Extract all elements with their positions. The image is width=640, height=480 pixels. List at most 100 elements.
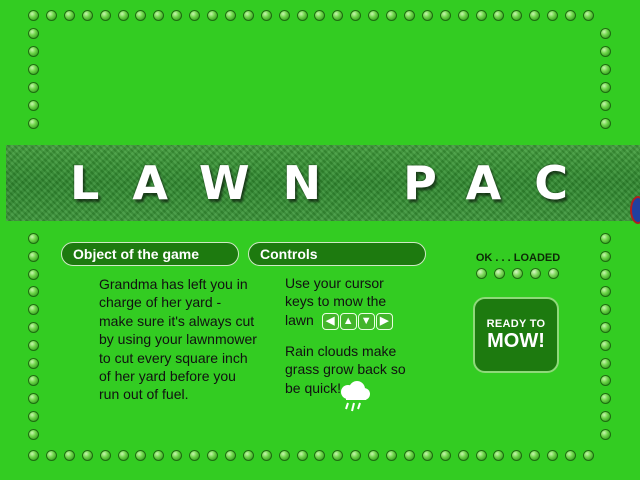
rain-cloud-icon xyxy=(341,381,370,412)
border-dot-icon xyxy=(439,450,451,461)
border-dot-icon xyxy=(296,450,308,461)
border-dot-icon xyxy=(350,450,362,461)
border-dot-icon xyxy=(117,450,129,461)
border-dot-icon xyxy=(45,450,57,461)
edge-ornament xyxy=(630,196,640,224)
loader-dot-icon xyxy=(476,268,487,279)
border-dot-icon xyxy=(189,450,201,461)
border-dot-icon xyxy=(63,450,75,461)
border-dot-icon xyxy=(153,10,165,21)
border-dot-icon xyxy=(28,304,39,316)
border-dot-icon xyxy=(242,450,254,461)
border-dot-icon xyxy=(582,10,594,21)
border-dot-icon xyxy=(28,450,39,461)
border-dot-icon xyxy=(28,393,39,405)
border-dot-icon xyxy=(207,450,218,461)
border-dot-icon xyxy=(403,10,415,21)
border-dot-icon xyxy=(171,10,183,21)
border-dot-icon xyxy=(28,28,39,39)
border-dot-icon xyxy=(45,10,57,21)
border-dot-icon xyxy=(332,450,344,461)
border-dot-icon xyxy=(457,450,469,461)
border-dot-icon xyxy=(28,10,39,21)
border-dot-icon xyxy=(582,450,594,461)
border-dot-icon xyxy=(332,10,344,21)
border-dot-icon xyxy=(439,10,451,21)
ready-button-line-1: READY TO xyxy=(486,318,546,330)
border-dot-icon xyxy=(600,322,611,333)
loader-dot-icon xyxy=(512,268,523,279)
border-dot-icon xyxy=(386,450,397,461)
border-dot-icon xyxy=(28,118,39,129)
border-dot-icon xyxy=(296,10,308,21)
border-dot-icon xyxy=(600,411,611,422)
border-dot-icon xyxy=(314,450,326,461)
border-dot-icon xyxy=(600,233,611,244)
arrow-right-icon: ▶ xyxy=(375,312,393,330)
border-dot-icon xyxy=(28,100,39,111)
border-dot-icon xyxy=(386,10,397,21)
border-dot-icon xyxy=(600,250,611,262)
border-dot-icon xyxy=(314,10,326,21)
border-dot-icon xyxy=(28,322,39,333)
border-dot-icon xyxy=(189,10,201,21)
arrow-left-icon: ◀ xyxy=(321,312,339,330)
border-dot-icon xyxy=(368,10,380,21)
loading-status: OK . . . LOADED xyxy=(475,252,561,264)
border-dot-icon xyxy=(600,64,611,75)
loader-dot-icon xyxy=(530,268,541,279)
border-dot-icon xyxy=(135,10,147,21)
border-dot-icon xyxy=(63,10,75,21)
border-dot-icon xyxy=(511,450,523,461)
border-dot-icon xyxy=(600,286,611,298)
controls-text-1: Use your cursor keys to mow the lawn ◀ ▲… xyxy=(285,274,413,330)
border-dot-icon xyxy=(28,411,39,422)
border-dot-icon xyxy=(28,250,39,262)
ready-button-line-2: MOW! xyxy=(487,330,545,352)
border-dot-icon xyxy=(600,304,611,316)
border-dot-icon xyxy=(207,10,218,21)
border-dot-icon xyxy=(81,10,93,21)
border-dot-icon xyxy=(600,46,611,57)
border-dot-icon xyxy=(99,10,111,21)
border-dot-icon xyxy=(493,450,505,461)
border-dot-icon xyxy=(28,357,39,369)
controls-heading: Controls xyxy=(248,242,426,266)
border-dot-icon xyxy=(600,100,611,111)
border-dot-icon xyxy=(600,357,611,369)
border-dot-icon xyxy=(475,10,487,21)
border-dot-icon xyxy=(28,82,39,93)
border-dot-icon xyxy=(421,10,433,21)
border-dot-icon xyxy=(28,46,39,57)
loader-dot-icon xyxy=(548,268,559,279)
border-dot-icon xyxy=(403,450,415,461)
border-dot-icon xyxy=(600,428,611,440)
border-dot-icon xyxy=(278,450,290,461)
title-banner: LAWN PAC xyxy=(6,145,640,221)
border-dot-icon xyxy=(600,82,611,93)
border-dot-icon xyxy=(278,10,290,21)
border-dot-icon xyxy=(28,233,39,244)
game-title: LAWN PAC xyxy=(70,156,601,210)
border-dot-icon xyxy=(600,393,611,405)
border-dot-icon xyxy=(600,118,611,129)
border-dot-icon xyxy=(28,339,39,351)
border-dot-icon xyxy=(224,10,236,21)
border-dot-icon xyxy=(600,339,611,351)
border-dot-icon xyxy=(28,268,39,280)
border-dot-icon xyxy=(28,64,39,75)
loader-dot-icon xyxy=(494,268,505,279)
border-dot-icon xyxy=(99,450,111,461)
arrow-up-icon: ▲ xyxy=(339,312,357,330)
border-dot-icon xyxy=(260,10,272,21)
border-dot-icon xyxy=(475,450,487,461)
border-dot-icon xyxy=(529,450,541,461)
border-dot-icon xyxy=(81,450,93,461)
cursor-keys: ◀ ▲ ▼ ▶ xyxy=(321,312,393,330)
border-dot-icon xyxy=(493,10,505,21)
ready-to-mow-button[interactable]: READY TO MOW! xyxy=(473,297,559,373)
dotted-border xyxy=(0,0,640,480)
border-dot-icon xyxy=(547,450,559,461)
border-dot-icon xyxy=(511,10,523,21)
border-dot-icon xyxy=(547,10,559,21)
